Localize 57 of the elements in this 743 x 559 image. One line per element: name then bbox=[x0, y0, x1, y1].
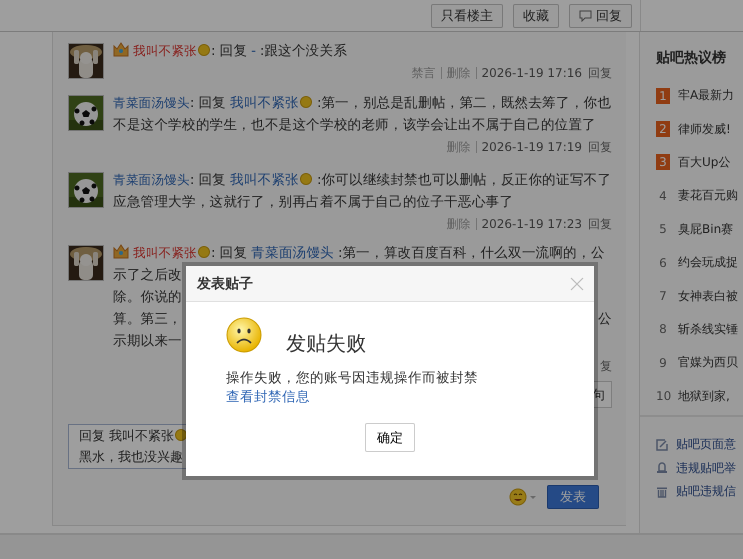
rank-number: 2 bbox=[656, 121, 670, 138]
reply-text: 算。第三， bbox=[113, 310, 182, 329]
topic-link[interactable]: 律师发威! bbox=[678, 120, 731, 138]
post-time: 2026-1-19 17:16 bbox=[482, 65, 582, 82]
post-time: 2026-1-19 17:23 bbox=[482, 216, 582, 233]
reply-text: 除。你说的 bbox=[113, 288, 182, 307]
reply-text: 示期以来一 bbox=[113, 332, 182, 351]
sidebar-link[interactable]: 贴吧页面意 bbox=[676, 436, 736, 454]
topic-link[interactable]: 臭屁Bin赛 bbox=[678, 220, 734, 238]
topic-link[interactable]: 官媒为西贝 bbox=[678, 354, 738, 372]
reply-link[interactable]: 回复 bbox=[588, 63, 612, 83]
rank-number: 8 bbox=[658, 321, 668, 338]
reply-text: 公 bbox=[598, 310, 612, 329]
topic-link[interactable]: 百大Up公 bbox=[678, 154, 730, 171]
sidebar-link[interactable]: 违规贴吧举 bbox=[676, 460, 736, 477]
comment-icon bbox=[579, 10, 592, 22]
rank-number: 1 bbox=[656, 88, 670, 104]
submit-button[interactable]: 发表 bbox=[547, 485, 599, 509]
edit-icon bbox=[656, 438, 668, 451]
alarm-icon bbox=[656, 462, 668, 474]
rank-number: 6 bbox=[658, 254, 668, 271]
sad-face-icon bbox=[226, 316, 262, 352]
sidebar-link[interactable]: 贴吧违规信 bbox=[676, 483, 736, 500]
ok-button[interactable]: 确定 bbox=[365, 423, 415, 452]
reply-text: 示了之后改 bbox=[113, 266, 182, 285]
post-time: 2026-1-19 17:19 bbox=[482, 139, 582, 156]
reply-text: 青菜面汤馒头: 回复 我叫不紧张 :你可以继续封禁也可以删帖，反正你的证写不了应急管理大学，这就行了，别再占着不属于自己的位子干恶心事了 bbox=[113, 171, 612, 212]
rank-number: 4 bbox=[658, 188, 668, 204]
error-message: 操作失败，您的账号因违规操作而被封禁 查看封禁信息 bbox=[226, 369, 479, 407]
topic-link[interactable]: 地狱到家, bbox=[678, 388, 730, 405]
error-heading: 发贴失败 bbox=[286, 330, 366, 357]
ban-info-link[interactable]: 查看封禁信息 bbox=[226, 389, 310, 405]
reply-button[interactable]: 回复 bbox=[569, 4, 632, 28]
topic-link[interactable]: 女神表白被 bbox=[678, 288, 738, 305]
reply-link[interactable]: 回复 bbox=[588, 214, 612, 234]
reply-text: 我叫不紧张 : 回复 青菜面汤馒头 :第一，算改百度百科，什么双一流啊的，公 bbox=[113, 242, 612, 264]
rank-number: 5 bbox=[658, 221, 668, 238]
sidebar-title: 贴吧热议榜 bbox=[654, 49, 727, 67]
toolbar-button[interactable]: 只看楼主 bbox=[431, 4, 503, 28]
reply-link[interactable]: 回复 bbox=[588, 137, 612, 157]
emoji-picker-icon[interactable] bbox=[509, 488, 537, 506]
reply-link[interactable]: 复 bbox=[600, 356, 612, 376]
topic-link[interactable]: 约会玩成捉 bbox=[678, 254, 738, 272]
rank-number: 7 bbox=[658, 288, 668, 304]
rank-number: 9 bbox=[658, 354, 668, 371]
reply-text: 青菜面汤馒头: 回复 我叫不紧张 :第一，别总是乱删帖，第二，既然去筹了，你也不是这个学校的学生，也不是这个学校的老师，该学会让出不属于自己的位置了 bbox=[113, 94, 612, 135]
dialog-title: 发表贴子 bbox=[197, 274, 253, 292]
toolbar-button[interactable]: 收藏 bbox=[513, 4, 559, 28]
crown-icon bbox=[113, 42, 129, 57]
crown-icon bbox=[113, 244, 129, 259]
trash-icon bbox=[656, 486, 668, 498]
rank-number: 10 bbox=[656, 388, 670, 404]
topic-link[interactable]: 妻花百元购 bbox=[678, 187, 738, 204]
rank-number: 3 bbox=[656, 154, 670, 170]
topic-link[interactable]: 牢A最新力 bbox=[678, 87, 734, 104]
reply-text: 我叫不紧张 : 回复 - :跟这个没关系 bbox=[113, 40, 612, 62]
topic-link[interactable]: 斩杀线实锤 bbox=[678, 320, 738, 338]
